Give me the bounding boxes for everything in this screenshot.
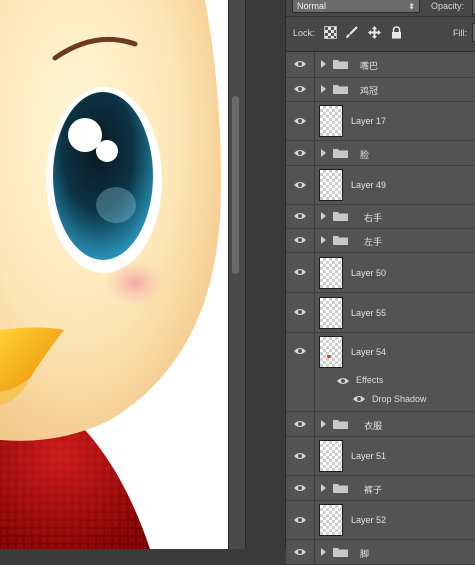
opacity-label: Opacity: bbox=[431, 1, 465, 11]
eye-highlight-small bbox=[96, 140, 118, 162]
folder-icon bbox=[333, 484, 348, 493]
layer-name: 衣服 bbox=[364, 421, 383, 431]
layer-row[interactable]: Layer 49 bbox=[286, 166, 475, 205]
eye-icon[interactable] bbox=[294, 212, 306, 220]
layer-name: Layer 17 bbox=[351, 116, 387, 126]
canvas-vertical-scrollbar[interactable] bbox=[228, 0, 246, 549]
layer-name: Layer 54 bbox=[351, 347, 387, 357]
layer-thumbnail bbox=[319, 169, 343, 201]
eye-icon[interactable] bbox=[294, 117, 306, 125]
layer-row[interactable]: Layer 17 bbox=[286, 102, 475, 141]
eye-icon[interactable] bbox=[294, 308, 306, 316]
brush-icon[interactable] bbox=[345, 26, 358, 39]
panel-dock-divider bbox=[245, 0, 286, 549]
layer-group-row[interactable]: 裤子 bbox=[286, 476, 475, 501]
eye-icon[interactable] bbox=[294, 516, 306, 524]
layer-row[interactable]: Layer 50 bbox=[286, 253, 475, 293]
disclosure-triangle-icon[interactable] bbox=[321, 548, 326, 556]
layer-group-row[interactable]: 鸡冠 bbox=[286, 78, 475, 102]
thumbnail-content bbox=[327, 355, 331, 358]
layer-group-row[interactable]: 衣服 bbox=[286, 412, 475, 437]
disclosure-triangle-icon[interactable] bbox=[321, 420, 326, 428]
layer-name: Layer 49 bbox=[351, 180, 387, 190]
eye-icon[interactable] bbox=[294, 548, 306, 556]
layer-thumbnail bbox=[319, 105, 343, 137]
layer-group-row[interactable]: 右手 bbox=[286, 205, 475, 229]
layer-name: 脸 bbox=[360, 150, 370, 160]
eye-icon[interactable] bbox=[294, 452, 306, 460]
layer-name: Layer 50 bbox=[351, 268, 387, 278]
dropdown-arrows-icon: ⬍ bbox=[408, 2, 415, 11]
checker-lock-icon[interactable] bbox=[324, 26, 337, 39]
fill-label: Fill: bbox=[453, 28, 467, 38]
padlock-icon[interactable] bbox=[390, 26, 403, 39]
eye-reflection bbox=[96, 187, 136, 223]
layer-thumbnail bbox=[319, 336, 343, 368]
cheek-blush bbox=[105, 260, 165, 306]
layer-name: 右手 bbox=[364, 213, 383, 223]
layer-group-row[interactable]: 左手 bbox=[286, 229, 475, 253]
folder-icon bbox=[333, 212, 348, 221]
layer-name: 嘴巴 bbox=[360, 61, 379, 71]
layer-name: Layer 51 bbox=[351, 451, 387, 461]
layer-row[interactable]: Layer 51 bbox=[286, 437, 475, 476]
layer-thumbnail bbox=[319, 297, 343, 329]
layer-name: Layer 52 bbox=[351, 515, 387, 525]
drop-shadow-effect[interactable]: Drop Shadow bbox=[372, 394, 427, 404]
eye-icon[interactable] bbox=[294, 268, 306, 276]
effects-label: Effects bbox=[356, 375, 384, 385]
layer-name: 左手 bbox=[364, 237, 383, 247]
layer-group-row[interactable]: 脸 bbox=[286, 141, 475, 166]
eye-icon[interactable] bbox=[294, 60, 306, 68]
move-icon[interactable] bbox=[368, 26, 381, 39]
layer-thumbnail bbox=[319, 257, 343, 289]
eye-icon[interactable] bbox=[294, 236, 306, 244]
layer-group-row[interactable]: 脚 bbox=[286, 540, 475, 565]
blend-options-bar: Normal ⬍ Opacity: bbox=[286, 0, 475, 17]
lock-bar: Lock: Fill: bbox=[286, 17, 475, 52]
scrollbar-thumb[interactable] bbox=[232, 96, 239, 274]
eye-icon[interactable] bbox=[337, 377, 349, 385]
blend-mode-value: Normal bbox=[297, 1, 327, 11]
disclosure-triangle-icon[interactable] bbox=[321, 236, 326, 244]
document-canvas[interactable] bbox=[0, 0, 228, 549]
disclosure-triangle-icon[interactable] bbox=[321, 85, 326, 93]
eye-iris bbox=[53, 92, 153, 260]
eye-icon[interactable] bbox=[294, 181, 306, 189]
disclosure-triangle-icon[interactable] bbox=[321, 60, 326, 68]
layers-list: 嘴巴 鸡冠 Layer 17 脸 Layer 49 右手 左手 Layer 50… bbox=[286, 52, 475, 565]
layer-row[interactable]: Layer 52 bbox=[286, 501, 475, 540]
blend-mode-select[interactable]: Normal ⬍ bbox=[292, 0, 420, 13]
folder-icon bbox=[333, 85, 348, 94]
disclosure-triangle-icon[interactable] bbox=[321, 212, 326, 220]
eye-icon[interactable] bbox=[294, 347, 306, 355]
layer-row-with-effects[interactable]: Layer 54 Effects Drop Shadow bbox=[286, 333, 475, 412]
layer-name: Layer 55 bbox=[351, 308, 387, 318]
folder-icon bbox=[333, 149, 348, 158]
folder-icon bbox=[333, 60, 348, 69]
eye-icon[interactable] bbox=[294, 420, 306, 428]
layers-panel: Normal ⬍ Opacity: Lock: Fill: 嘴巴 鸡冠 Laye… bbox=[285, 0, 475, 565]
folder-icon bbox=[333, 236, 348, 245]
disclosure-triangle-icon[interactable] bbox=[321, 149, 326, 157]
layer-thumbnail bbox=[319, 440, 343, 472]
chick-illustration bbox=[0, 0, 221, 549]
layer-thumbnail bbox=[319, 504, 343, 536]
lock-label: Lock: bbox=[293, 28, 315, 38]
eye-icon[interactable] bbox=[294, 484, 306, 492]
layer-row[interactable]: Layer 55 bbox=[286, 293, 475, 333]
eye-icon[interactable] bbox=[353, 395, 365, 403]
eye-icon[interactable] bbox=[294, 149, 306, 157]
eye-icon[interactable] bbox=[294, 85, 306, 93]
layer-group-row[interactable]: 嘴巴 bbox=[286, 52, 475, 78]
disclosure-triangle-icon[interactable] bbox=[321, 484, 326, 492]
layer-name: 裤子 bbox=[364, 485, 383, 495]
folder-icon bbox=[333, 420, 348, 429]
layer-name: 鸡冠 bbox=[360, 86, 379, 96]
